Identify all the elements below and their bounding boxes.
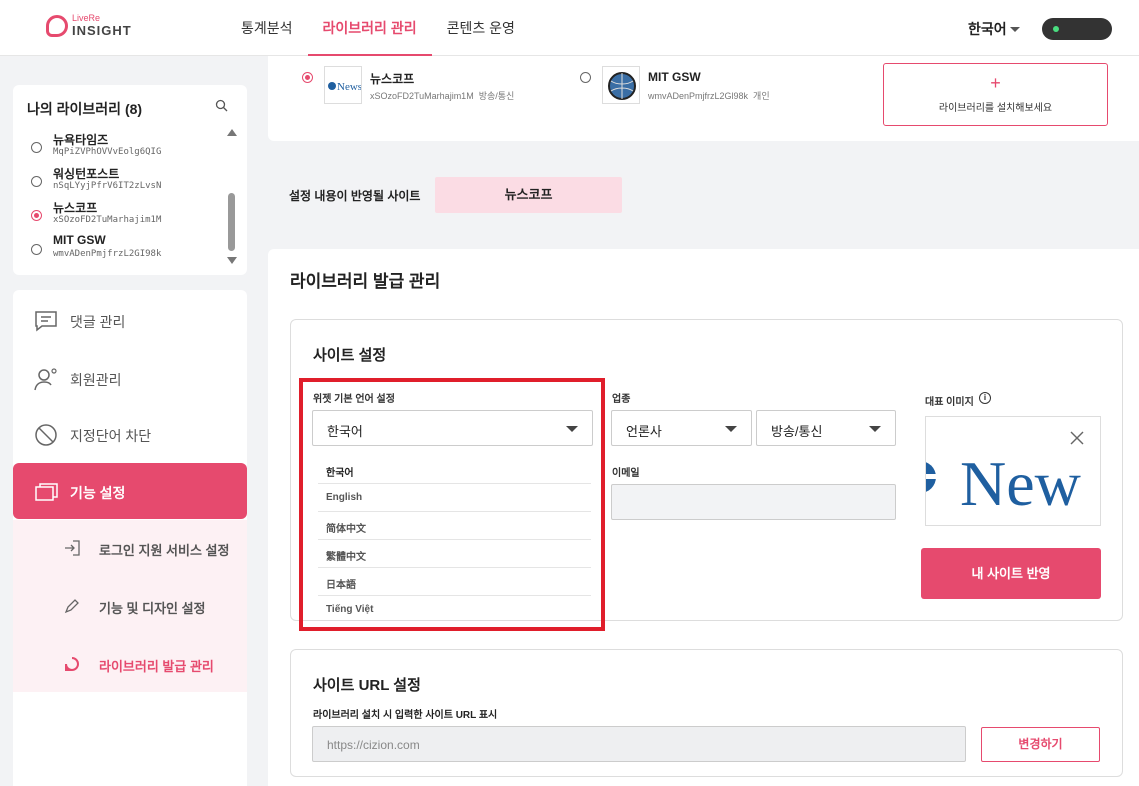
install-library-button[interactable]: + 라이브러리를 설치해보세요 [883,63,1108,126]
industry-field-label: 업종 [612,394,631,405]
picker-item[interactable]: MIT GSW wmvADenPmjfrzL2Gl98k 개인 [580,66,810,106]
category-select[interactable]: 방송/통신 [756,410,896,446]
chevron-down-icon [1009,27,1020,32]
language-option[interactable]: 简体中文 [318,512,591,540]
library-picker: News 뉴스코프 xSOzoFD2TuMarhajim1M 방송/통신 MIT… [268,56,1139,141]
language-field-label: 위젯 기본 언어 설정 [313,394,395,405]
apply-to-site-button[interactable]: 내 사이트 반영 [921,548,1101,599]
language-option[interactable]: English [318,484,591,512]
scroll-up-icon[interactable] [227,129,237,136]
language-option[interactable]: 日本語 [318,568,591,596]
representative-image[interactable]: New [925,416,1101,526]
language-label: 한국어 [968,21,1007,37]
email-field-label: 이메일 [612,468,640,479]
login-icon [65,540,80,556]
nav-stats[interactable]: 통계분석 [226,0,308,56]
radio-icon[interactable] [31,176,42,187]
status-dot-icon [1053,26,1059,32]
nav-content[interactable]: 콘텐츠 운영 [432,0,530,56]
block-icon [35,424,57,446]
logo-small-text: LiveRe [72,13,101,23]
language-select[interactable]: 한국어 [312,410,593,446]
radio-icon[interactable] [31,142,42,153]
radio-selected-icon[interactable] [31,210,42,221]
applied-site-label: 설정 내용이 반영될 사이트 [289,189,421,203]
sidebar-item-login-service[interactable]: 로그인 지원 서비스 설정 [13,520,247,576]
news-logo-icon: News [324,66,362,104]
plus-icon: + [990,73,1001,93]
top-bar: LiveRe INSIGHT 통계분석 라이브러리 관리 콘텐츠 운영 한국어 [0,0,1139,56]
site-settings-box: 사이트 설정 위젯 기본 언어 설정 한국어 한국어 English 简体中文 … [290,319,1123,621]
industry-select[interactable]: 언론사 [611,410,752,446]
sidebar-menu: 댓글 관리 회원관리 지정단어 차단 기능 설정 로그인 지원 서비스 설정 기… [13,290,247,786]
status-toggle[interactable] [1042,18,1112,40]
site-url-input[interactable]: https://cizion.com [312,726,966,762]
svg-text:News: News [337,81,362,93]
language-option[interactable]: 한국어 [318,456,591,484]
radio-selected-icon[interactable] [302,72,313,83]
main-nav: 통계분석 라이브러리 관리 콘텐츠 운영 [226,0,530,56]
livere-icon [65,657,79,671]
close-icon[interactable] [1070,431,1084,445]
search-icon[interactable] [215,99,228,112]
language-select[interactable]: 한국어 [968,19,1020,39]
language-option[interactable]: 繁體中文 [318,540,591,568]
library-list[interactable]: 뉴욕타임즈 MqPiZVPhOVVvEolg6QIG 워싱턴포스트 nSqLYy… [13,129,247,269]
window-stack-icon [35,483,58,501]
nav-library[interactable]: 라이브러리 관리 [307,0,432,56]
library-issue-panel: 라이브러리 발급 관리 사이트 설정 위젯 기본 언어 설정 한국어 한국어 E… [268,249,1139,786]
site-url-label: 라이브러리 설치 시 입력한 사이트 URL 표시 [313,710,498,721]
list-item[interactable]: 뉴욕타임즈 MqPiZVPhOVVvEolg6QIG [31,131,221,165]
list-item[interactable]: MIT GSW wmvADenPmjfrzL2GI98k [31,233,221,267]
globe-logo-icon [602,66,640,104]
list-item[interactable]: 뉴스코프 xSOzoFD2TuMarhajim1M [31,199,221,233]
applied-site-chip: 뉴스코프 [435,177,622,213]
site-settings-title: 사이트 설정 [313,347,387,364]
scroll-down-icon[interactable] [227,257,237,264]
sidebar-item-features[interactable]: 기능 설정 [13,463,247,519]
logo-icon [46,15,68,37]
sidebar-item-comments[interactable]: 댓글 관리 [13,292,247,348]
picker-item[interactable]: News 뉴스코프 xSOzoFD2TuMarhajim1M 방송/통신 [302,66,532,106]
chevron-down-icon [869,426,881,432]
info-icon[interactable]: i [979,392,991,404]
change-url-button[interactable]: 변경하기 [981,727,1100,762]
sidebar-item-library-issue[interactable]: 라이브러리 발급 관리 [13,636,247,692]
language-option[interactable]: Tiếng Việt [318,596,591,624]
language-dropdown: 한국어 English 简体中文 繁體中文 日本語 Tiếng Việt [312,454,593,618]
user-settings-icon [34,368,57,391]
applied-site-row: 설정 내용이 반영될 사이트 뉴스코프 [268,162,1139,228]
my-library-title: 나의 라이브러리 (8) [27,101,143,117]
sidebar-item-word-block[interactable]: 지정단어 차단 [13,406,247,462]
site-url-box: 사이트 URL 설정 라이브러리 설치 시 입력한 사이트 URL 표시 htt… [290,649,1123,777]
my-library-card: 나의 라이브러리 (8) 뉴욕타임즈 MqPiZVPhOVVvEolg6QIG … [13,85,247,275]
comment-icon [35,311,57,332]
email-field[interactable] [611,484,896,520]
sidebar-item-members[interactable]: 회원관리 [13,350,247,406]
pen-icon [64,599,79,614]
chevron-down-icon [566,426,578,432]
sidebar-item-design[interactable]: 기능 및 디자인 설정 [13,578,247,634]
list-item[interactable]: 워싱턴포스트 nSqLYyjPfrV6IT2zLvsN [31,165,221,199]
features-submenu: 로그인 지원 서비스 설정 기능 및 디자인 설정 라이브러리 발급 관리 [13,520,247,692]
chevron-down-icon [725,426,737,432]
svg-text:New: New [960,448,1081,519]
radio-icon[interactable] [580,72,591,83]
page-title: 라이브러리 발급 관리 [290,272,441,291]
image-field-label: 대표 이미지 [925,397,974,408]
radio-icon[interactable] [31,244,42,255]
logo-text: INSIGHT [72,23,132,38]
site-url-title: 사이트 URL 설정 [313,677,421,694]
scrollbar-thumb[interactable] [228,193,235,251]
